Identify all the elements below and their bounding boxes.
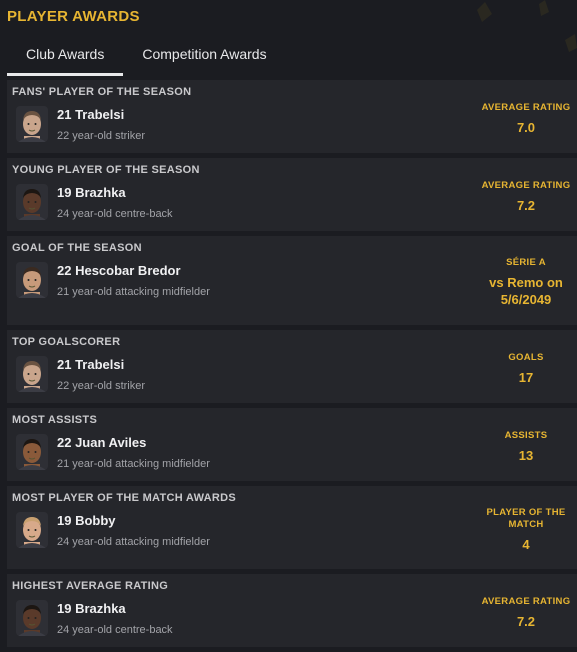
player-name[interactable]: 21 Trabelsi xyxy=(57,107,124,122)
award-card[interactable]: GOAL OF THE SEASON 22 Hescobar Bredor 21 y… xyxy=(7,236,577,325)
award-card[interactable]: TOP GOALSCORER 21 Trabelsi 22 year-old str… xyxy=(7,330,577,403)
stat-value: 13 xyxy=(518,447,534,463)
player-name[interactable]: 19 Bobby xyxy=(57,513,116,528)
stat-value: 7.2 xyxy=(516,197,536,213)
award-tabs: Club Awards Competition Awards xyxy=(7,38,286,76)
player-name[interactable]: 19 Brazhka xyxy=(57,185,126,200)
player-description: 24 year-old centre-back xyxy=(57,208,173,220)
player-description: 21 year-old attacking midfielder xyxy=(57,458,210,470)
player-avatar[interactable] xyxy=(16,434,48,470)
player-name[interactable]: 22 Juan Aviles xyxy=(57,435,146,450)
award-card[interactable]: HIGHEST AVERAGE RATING 19 Brazhka 24 year-… xyxy=(7,574,577,647)
player-name[interactable]: 21 Trabelsi xyxy=(57,357,124,372)
tab-club-awards[interactable]: Club Awards xyxy=(7,38,124,76)
player-description: 22 year-old striker xyxy=(57,130,146,142)
stat-value: 4 xyxy=(522,536,530,552)
player-avatar[interactable] xyxy=(16,262,48,298)
award-stat: AVERAGE RATING 7.2 xyxy=(481,180,571,214)
award-title: FANS' PLAYER OF THE SEASON xyxy=(12,86,192,98)
stat-value: 7.2 xyxy=(516,613,536,629)
stat-value: vs Remo on 5/6/2049 xyxy=(489,275,563,307)
award-stat: SÉRIE A vs Remo on 5/6/2049 xyxy=(481,257,571,308)
stat-value: 17 xyxy=(518,369,534,385)
player-avatar[interactable] xyxy=(16,600,48,636)
player-description: 24 year-old attacking midfielder xyxy=(57,536,210,548)
player-description: 22 year-old striker xyxy=(57,380,146,392)
award-list: FANS' PLAYER OF THE SEASON 21 Trabelsi 22 … xyxy=(7,80,577,652)
player-name[interactable]: 22 Hescobar Bredor xyxy=(57,263,181,278)
award-stat: AVERAGE RATING 7.0 xyxy=(481,102,571,136)
player-avatar[interactable] xyxy=(16,106,48,142)
award-title: YOUNG PLAYER OF THE SEASON xyxy=(12,164,200,176)
stat-value: 7.0 xyxy=(516,119,536,135)
stat-label: AVERAGE RATING xyxy=(481,595,571,607)
award-title: MOST PLAYER OF THE MATCH AWARDS xyxy=(12,492,237,504)
award-title: HIGHEST AVERAGE RATING xyxy=(12,580,169,592)
award-stat: GOALS 17 xyxy=(481,352,571,386)
award-card[interactable]: MOST ASSISTS 22 Juan Aviles 21 year-old at… xyxy=(7,408,577,481)
award-card[interactable]: YOUNG PLAYER OF THE SEASON 19 Brazhka 24 y… xyxy=(7,158,577,231)
award-title: TOP GOALSCORER xyxy=(12,336,121,348)
stat-label: PLAYER OF THE MATCH xyxy=(486,506,566,530)
player-name[interactable]: 19 Brazhka xyxy=(57,601,126,616)
award-title: MOST ASSISTS xyxy=(12,414,98,426)
award-card[interactable]: MOST PLAYER OF THE MATCH AWARDS 19 Bobby 2… xyxy=(7,486,577,569)
stat-label: AVERAGE RATING xyxy=(481,101,571,113)
player-avatar[interactable] xyxy=(16,356,48,392)
award-stat: AVERAGE RATING 7.2 xyxy=(481,596,571,630)
stat-label: GOALS xyxy=(508,351,544,363)
player-description: 21 year-old attacking midfielder xyxy=(57,286,210,298)
page-title: PLAYER AWARDS xyxy=(7,8,140,25)
stat-label: AVERAGE RATING xyxy=(481,179,571,191)
award-stat: ASSISTS 13 xyxy=(481,430,571,464)
award-stat: PLAYER OF THE MATCH 4 xyxy=(481,507,571,553)
stat-label: SÉRIE A xyxy=(506,257,546,268)
player-avatar[interactable] xyxy=(16,184,48,220)
player-description: 24 year-old centre-back xyxy=(57,624,173,636)
award-card[interactable]: FANS' PLAYER OF THE SEASON 21 Trabelsi 22 … xyxy=(7,80,577,153)
background-decoration xyxy=(477,0,577,52)
tab-competition-awards[interactable]: Competition Awards xyxy=(123,38,285,76)
stat-label: ASSISTS xyxy=(504,429,548,441)
award-title: GOAL OF THE SEASON xyxy=(12,242,142,254)
player-avatar[interactable] xyxy=(16,512,48,548)
